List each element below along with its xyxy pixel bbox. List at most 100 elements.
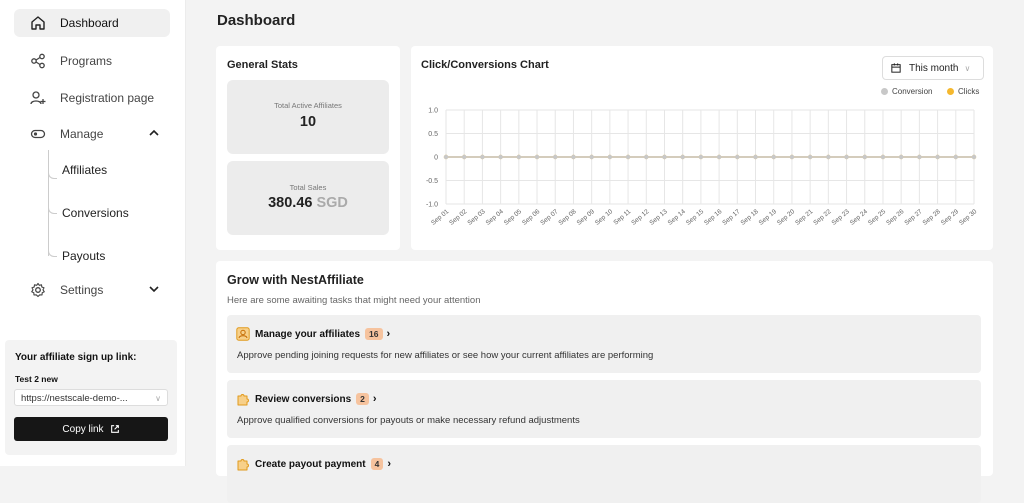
nav-affiliates[interactable]: Affiliates [62,163,107,177]
x-tick-label: Sep 23 [831,208,852,227]
x-tick-label: Sep 07 [539,208,560,227]
x-tick-label: Sep 03 [466,208,487,227]
stat-sales-value: 380.46 [268,195,313,211]
gear-icon [31,282,45,298]
x-tick-label: Sep 24 [849,208,870,227]
task-count-badge: 16 [365,328,383,340]
chart-card: Click/Conversions Chart This month ∨ Con… [411,46,993,250]
data-point-conversion [662,154,667,160]
toggle-icon [30,129,46,139]
data-point-conversion [607,154,613,160]
task-description: Approve pending joining requests for new… [237,350,654,361]
task-manage-affiliates[interactable]: Manage your affiliates 16 › Approve pend… [227,315,981,373]
nav-dashboard[interactable]: Dashboard [14,9,170,37]
chevron-right-icon: › [387,458,391,470]
general-stats-title: General Stats [227,59,298,71]
data-point-conversion [771,154,776,160]
external-link-icon [110,425,119,433]
nav-conversions[interactable]: Conversions [62,206,129,220]
x-tick-label: Sep 06 [521,208,542,227]
share-icon [31,53,45,69]
x-tick-label: Sep 19 [758,208,779,227]
data-point-conversion [534,154,540,160]
chevron-right-icon: › [372,393,377,405]
x-tick-label: Sep 25 [867,208,888,227]
data-point-conversion [789,154,795,160]
data-point-conversion [917,154,922,160]
data-point-conversion [807,154,813,160]
chevron-right-icon: › [386,328,391,340]
x-tick-label: Sep 17 [721,208,742,227]
task-create-payout[interactable]: Create payout payment 4 › [227,445,981,503]
data-point-conversion [516,154,522,160]
signup-program: Test 2 new [15,374,58,384]
task-review-conversions[interactable]: Review conversions 2 › Approve qualified… [227,380,981,438]
x-tick-label: Sep 28 [922,208,943,227]
signup-title: Your affiliate sign up link: [15,352,137,363]
copy-link-button[interactable]: Copy link [14,417,168,441]
sidebar: Dashboard Programs Registration page Man… [0,0,186,466]
data-point-conversion [462,154,467,160]
data-point-conversion [644,154,649,160]
nav-dashboard-label: Dashboard [60,16,119,30]
x-tick-label: Sep 02 [448,208,469,227]
nav-programs-label: Programs [60,54,113,68]
x-tick-label: Sep 01 [430,208,451,227]
nav-settings[interactable]: Settings [14,276,170,304]
x-tick-label: Sep 11 [612,208,632,227]
nav-registration-label: Registration page [60,91,155,105]
data-point-conversion [571,154,576,160]
x-tick-label: Sep 14 [667,208,688,227]
data-point-conversion [553,154,558,160]
user-frame-icon [236,327,250,341]
puzzle-icon [237,459,249,471]
x-tick-label: Sep 21 [794,208,815,227]
signup-link-panel: Your affiliate sign up link: Test 2 new … [5,340,177,455]
stat-active-value: 10 [299,114,317,130]
y-tick-label: -1.0 [426,202,438,209]
tree-branch [48,170,57,179]
data-point-conversion [898,154,904,160]
data-point-conversion [716,154,722,160]
nav-registration-page[interactable]: Registration page [14,84,170,112]
x-tick-label: Sep 09 [576,208,597,227]
nav-payouts[interactable]: Payouts [62,249,105,263]
stat-active-affiliates: Total Active Affiliates 10 [227,80,389,154]
page-title: Dashboard [217,12,296,29]
data-point-conversion [753,154,758,160]
chevron-down-icon[interactable] [148,283,160,295]
x-tick-label: Sep 10 [594,208,615,227]
x-tick-label: Sep 04 [485,208,506,227]
task-count-badge: 4 [370,458,384,470]
stat-sales-currency: SGD [316,195,348,211]
x-tick-label: Sep 08 [557,208,578,227]
y-tick-label: -0.5 [426,178,438,185]
stat-total-sales: Total Sales 380.46 SGD [227,161,389,235]
data-point-conversion [625,154,631,160]
data-point-conversion [880,154,886,160]
data-point-conversion [953,154,958,160]
grow-title: Grow with NestAffiliate [227,273,364,287]
task-count-badge: 2 [356,393,369,405]
click-conversions-chart: 1.00.50-0.5-1.0Sep 01Sep 02Sep 03Sep 04S… [426,108,979,227]
data-point-conversion [498,154,503,160]
stat-active-label: Total Active Affiliates [274,101,342,110]
data-point-conversion [735,154,740,160]
x-tick-label: Sep 18 [740,208,761,227]
nav-programs[interactable]: Programs [14,47,170,75]
chevron-up-icon[interactable] [148,127,160,139]
y-tick-label: 0 [434,155,438,162]
data-point-conversion [844,154,849,160]
x-tick-label: Sep 20 [776,208,797,227]
x-tick-label: Sep 26 [885,208,906,227]
data-point-conversion [971,154,977,160]
task-title: Create payout payment [255,458,366,470]
nav-manage[interactable]: Manage [14,120,170,148]
x-tick-label: Sep 15 [685,208,706,227]
data-point-conversion [698,154,704,160]
puzzle-icon [237,394,249,406]
data-point-conversion [680,154,685,160]
y-tick-label: 1.0 [428,108,438,115]
signup-link-select[interactable]: https://nestscale-demo-... ∨ [14,389,168,406]
nav-settings-label: Settings [60,283,104,297]
